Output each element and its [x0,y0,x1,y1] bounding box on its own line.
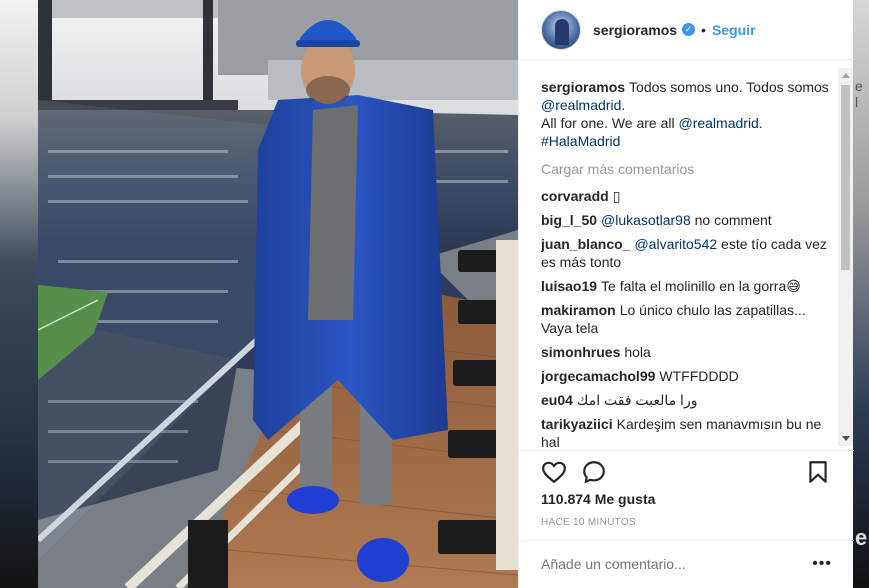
post-header: sergioramos ✓ • Seguir [519,0,854,60]
list-item: tarikyaziici Kardeşim sen manavmısın bu n… [541,415,837,448]
scroll-down-arrow-icon[interactable] [842,436,850,441]
follow-button[interactable]: Seguir [712,22,756,38]
comment-username[interactable]: juan_blanco_ [541,236,630,252]
comment-text: ورا مالعبت فقت امك [576,392,698,408]
comment-username[interactable]: luisao19 [541,278,597,294]
list-item: big_l_50 @lukasotlar98 no comment [541,211,837,229]
load-more-comments-button[interactable]: Cargar más comentarios [541,160,837,178]
caption-text: Todos somos uno. Todos somos [629,79,829,95]
comment-username[interactable]: makiramon [541,302,616,318]
comment-text: WTFFDDDD [659,368,739,384]
comment-input[interactable] [541,556,801,572]
backdrop-right-edge: e l e [852,0,869,588]
post-timestamp[interactable]: HACE 10 MINUTOS [541,517,636,528]
comment-mention[interactable]: @lukasotlar98 [601,212,691,228]
heart-outline-icon[interactable] [541,459,567,485]
caption-mention-2[interactable]: @realmadrid [678,115,758,131]
comment-text: Te falta el molinillo en la gorra😅 [601,278,801,294]
comment-username[interactable]: simonhrues [541,344,620,360]
post-side-panel: sergioramos ✓ • Seguir sergioramos Todos … [518,0,854,588]
more-options-icon[interactable]: ••• [812,556,832,572]
list-item: juan_blanco_ @alvarito542 este tío cada v… [541,235,837,271]
list-item: jorgecamachol99 WTFFDDDD [541,367,837,385]
comment-mention[interactable]: @alvarito542 [634,236,717,252]
caption-punct: . [621,97,626,113]
post-actions [519,450,854,490]
bookmark-icon[interactable] [805,459,831,485]
caption-text-2: All for one. We are all [541,115,679,131]
caption-hashtag[interactable]: #HalaMadrid [541,133,620,149]
scroll-up-arrow-icon[interactable] [842,73,850,78]
speech-bubble-icon[interactable] [581,459,607,485]
comment-username[interactable]: corvaradd [541,188,609,204]
likes-count[interactable]: 110.874 Me gusta [541,491,655,507]
caption-username[interactable]: sergioramos [541,79,625,95]
stadium-photo-illustration [38,0,518,588]
list-item: corvaradd ▯ [541,187,837,205]
list-item: luisao19 Te falta el molinillo en la gorr… [541,277,837,295]
scrollbar-thumb[interactable] [841,85,850,270]
list-item: makiramon Lo único chulo las zapatillas..… [541,301,837,337]
comments-list[interactable]: sergioramos Todos somos uno. Todos somos … [541,78,837,448]
backdrop-edge-text: e l [855,78,863,110]
comment-text: ▯ [612,188,621,204]
backdrop-left-edge [0,0,38,588]
comment-username[interactable]: tarikyaziici [541,416,613,432]
comment-text: no comment [690,212,772,228]
avatar[interactable] [541,9,581,50]
header-username[interactable]: sergioramos [593,22,677,38]
comment-username[interactable]: jorgecamachol99 [541,368,655,384]
caption-punct-2: . [758,115,763,131]
list-item: simonhrues hola [541,343,837,361]
comment-username[interactable]: big_l_50 [541,212,597,228]
verified-badge-icon: ✓ [682,23,696,36]
backdrop-edge-text-bottom: e [855,525,868,550]
list-item: eu04 ورا مالعبت فقت امك [541,391,837,409]
comments-scrollbar[interactable] [838,68,853,446]
comment-text: hola [624,344,651,360]
add-comment-bar: ••• [519,540,854,588]
post-photo[interactable] [38,0,518,588]
comment-username[interactable]: eu04 [541,392,573,408]
caption-mention[interactable]: @realmadrid [541,97,621,113]
header-separator: • [701,21,706,38]
post-caption: sergioramos Todos somos uno. Todos somos … [541,78,837,150]
